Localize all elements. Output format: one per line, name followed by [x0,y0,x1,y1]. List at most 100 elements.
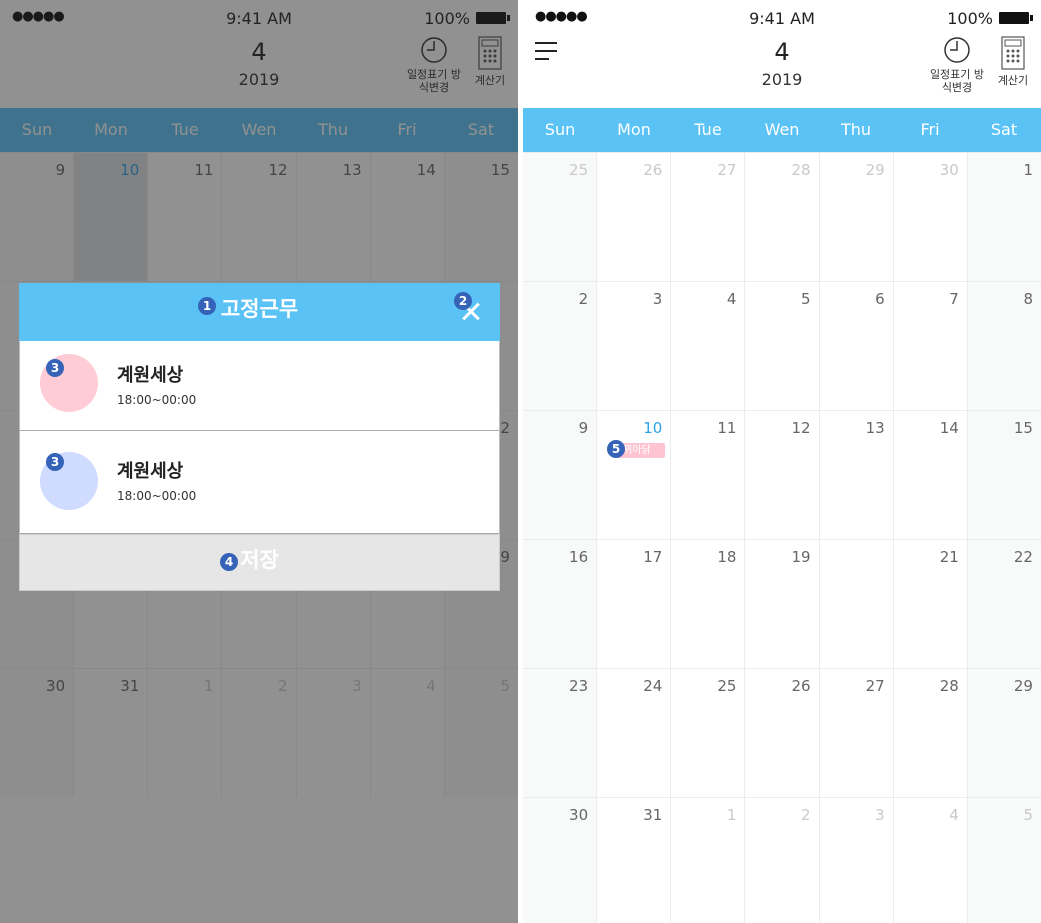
weekday-bar: Sun Mon Tue Wen Thu Fri Sat [523,108,1041,152]
day-number: 28 [939,677,959,695]
week-row: 9 10 뀌아닭 11 12 13 14 15 [523,410,1041,539]
day-cell[interactable]: 28 [745,153,820,281]
day-cell[interactable]: 24 [597,669,672,797]
day-cell[interactable]: 1 [671,798,746,923]
day-cell[interactable]: 4 [894,798,968,923]
day-number: 30 [939,161,959,179]
day-cell[interactable]: 26 [597,153,672,281]
day-number: 3 [875,806,885,824]
day-cell[interactable]: 9 [523,411,598,539]
day-number: 3 [652,290,663,308]
weekday-label: Thu [840,120,872,139]
day-cell[interactable]: 26 [745,669,820,797]
day-cell[interactable]: 7 [894,282,968,410]
day-number: 1 [1023,161,1033,179]
weekday-label: Sun [544,120,576,139]
fixed-work-dialog: 고정근무 계원세상 18:00~00:00 계원세상 18:00~00:00 저… [19,283,500,591]
day-cell[interactable]: 25 [671,669,746,797]
day-cell[interactable]: 2 [523,282,598,410]
annotation-badge: 5 [607,440,625,458]
shift-time: 18:00~00:00 [117,393,197,407]
view-change-button[interactable]: 일정표기 방식변경 [929,36,985,94]
day-number: 10 [643,419,663,437]
day-cell[interactable]: 16 [523,540,598,668]
shift-item[interactable]: 계원세상 18:00~00:00 [19,431,500,534]
day-cell[interactable]: 1 [967,153,1041,281]
day-number: 26 [643,161,663,179]
day-cell[interactable]: 29 [967,669,1041,797]
right-phone-screen: ●●●●● 9:41 AM 100% 4 2019 일정표기 방식변경 계산기 … [523,0,1041,923]
day-number: 27 [717,161,737,179]
day-number: 1 [726,806,737,824]
day-number: 26 [791,677,811,695]
day-number: 17 [643,548,663,566]
battery-icon [999,12,1033,24]
left-phone-screen: ●●●●● 9:41 AM 100% 4 2019 일정표기 방식변경 계산기 … [0,0,518,923]
day-cell[interactable]: 6 [820,282,894,410]
day-cell[interactable]: 8 [967,282,1041,410]
week-row: 30 31 1 2 3 4 5 [523,797,1041,923]
day-cell[interactable]: 30 [523,798,598,923]
day-number: 16 [569,548,589,566]
day-number: 4 [949,806,959,824]
day-number: 8 [1023,290,1033,308]
day-number: 14 [939,419,959,437]
day-cell[interactable]: 29 [820,153,894,281]
save-button[interactable]: 저장 [19,534,500,591]
day-cell[interactable]: 12 [745,411,820,539]
day-number: 11 [717,419,737,437]
day-cell[interactable]: 21 [894,540,968,668]
day-number: 28 [791,161,811,179]
day-cell[interactable]: 4 [671,282,746,410]
day-number: 15 [1013,419,1033,437]
day-cell[interactable] [820,540,894,668]
day-cell[interactable]: 11 [671,411,746,539]
calculator-button[interactable]: 계산기 [991,36,1035,87]
day-cell[interactable]: 19 [745,540,820,668]
annotation-badge: 1 [198,297,216,315]
day-cell[interactable]: 22 [967,540,1041,668]
day-number: 30 [569,806,589,824]
weekday-label: Mon [617,120,651,139]
day-number: 31 [643,806,663,824]
day-number: 2 [801,806,811,824]
day-number: 9 [578,419,589,437]
day-cell[interactable]: 30 [894,153,968,281]
day-cell[interactable]: 5 [745,282,820,410]
day-number: 7 [949,290,959,308]
calculator-icon [1001,36,1025,70]
annotation-badge: 3 [46,453,64,471]
day-number: 19 [791,548,811,566]
day-cell[interactable]: 5 [967,798,1041,923]
day-number: 12 [791,419,811,437]
day-cell[interactable]: 3 [820,798,894,923]
day-number: 25 [569,161,589,179]
shift-item[interactable]: 계원세상 18:00~00:00 [19,341,500,431]
status-bar: ●●●●● 9:41 AM 100% [523,0,1041,34]
day-cell[interactable]: 23 [523,669,598,797]
day-cell[interactable]: 13 [820,411,894,539]
day-number: 21 [939,548,959,566]
week-row: 16 17 18 19 21 22 [523,539,1041,668]
day-cell[interactable]: 10 뀌아닭 [597,411,672,539]
day-cell[interactable]: 25 [523,153,598,281]
shift-name: 계원세상 [117,365,184,386]
day-cell[interactable]: 2 [745,798,820,923]
shift-name: 계원세상 [117,461,184,482]
calculator-label: 계산기 [997,74,1029,87]
day-cell[interactable]: 17 [597,540,672,668]
day-cell[interactable]: 27 [671,153,746,281]
day-cell[interactable]: 18 [671,540,746,668]
day-number: 25 [717,677,737,695]
day-cell[interactable]: 3 [597,282,672,410]
day-number: 6 [875,290,885,308]
week-row: 23 24 25 26 27 28 29 [523,668,1041,797]
day-number: 18 [717,548,737,566]
dialog-title: 고정근무 [220,297,299,321]
day-cell[interactable]: 28 [894,669,968,797]
day-cell[interactable]: 14 [894,411,968,539]
day-cell[interactable]: 27 [820,669,894,797]
day-cell[interactable]: 15 [967,411,1041,539]
day-number: 22 [1013,548,1033,566]
day-cell[interactable]: 31 [597,798,672,923]
